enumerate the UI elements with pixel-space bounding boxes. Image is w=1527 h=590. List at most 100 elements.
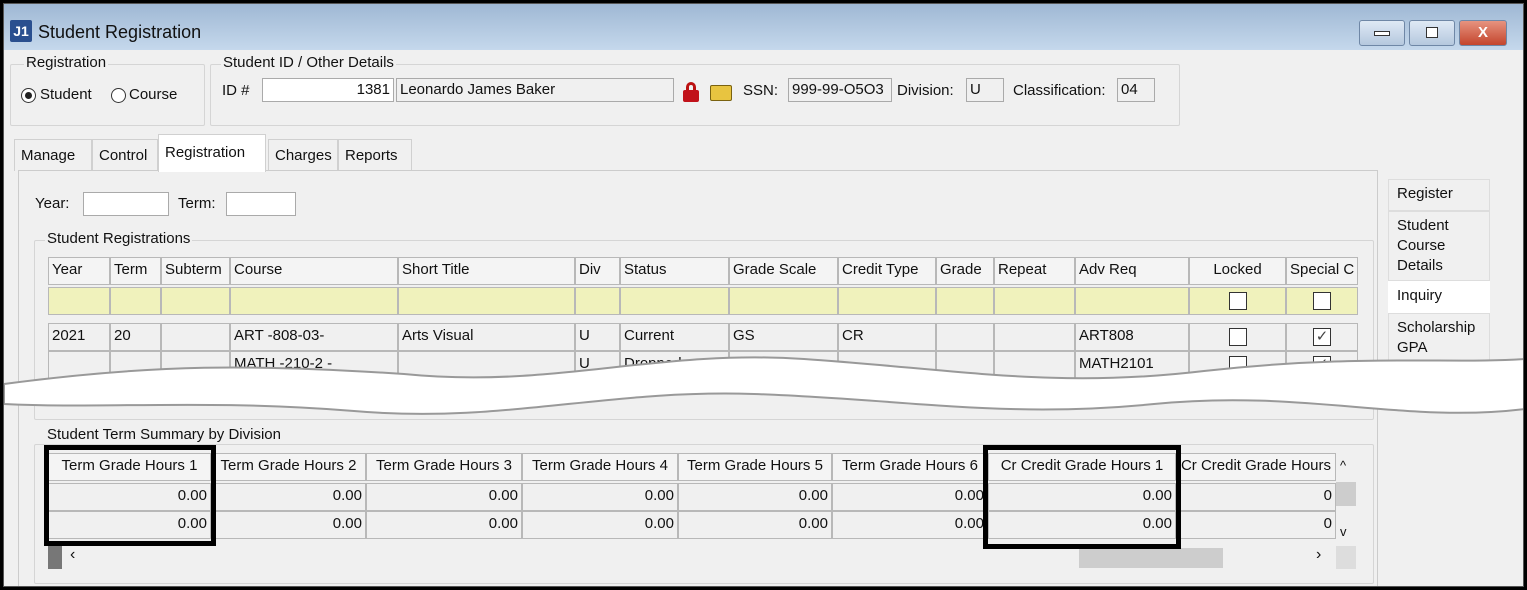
table-cell[interactable]: ART808 xyxy=(1075,323,1189,351)
scroll-right-icon[interactable]: › xyxy=(1316,546,1321,564)
app-logo: J1 xyxy=(10,20,32,42)
side-tab-inquiry[interactable]: Inquiry xyxy=(1388,281,1490,313)
filter-cell[interactable] xyxy=(838,287,936,315)
column-header[interactable]: Short Title xyxy=(398,257,575,285)
tab-charges[interactable]: Charges xyxy=(268,139,338,171)
filter-cell[interactable] xyxy=(48,287,110,315)
vscroll-thumb[interactable] xyxy=(1336,482,1356,506)
title-bar: J1 Student Registration X xyxy=(4,4,1523,50)
table-cell[interactable]: CR xyxy=(838,323,936,351)
tab-registration[interactable]: Registration xyxy=(158,134,266,172)
side-tab-register[interactable]: Register xyxy=(1388,179,1490,211)
id-input[interactable]: 1381 xyxy=(262,78,394,102)
filter-cell[interactable] xyxy=(230,287,398,315)
student-radio[interactable] xyxy=(21,88,36,103)
table-cell[interactable] xyxy=(161,323,230,351)
term-label: Term: xyxy=(178,195,216,212)
year-label: Year: xyxy=(35,195,70,212)
column-header[interactable]: Grade Scale xyxy=(729,257,838,285)
column-header[interactable]: Locked xyxy=(1189,257,1286,285)
scroll-down-icon[interactable]: v xyxy=(1340,524,1347,539)
table-cell: 0.00 xyxy=(678,511,832,539)
torn-paper-break xyxy=(4,356,1523,415)
scroll-up-icon[interactable]: ^ xyxy=(1340,458,1346,473)
table-cell: 0.00 xyxy=(678,483,832,511)
scroll-left-icon[interactable]: ‹ xyxy=(70,546,75,564)
highlight-frame-term-grade-hours-1 xyxy=(44,445,216,546)
table-cell: 0.00 xyxy=(211,511,366,539)
table-cell: 0.00 xyxy=(211,483,366,511)
column-header[interactable]: Status xyxy=(620,257,729,285)
summary-vertical-scrollbar[interactable]: ^ v xyxy=(1336,456,1356,569)
close-button[interactable]: X xyxy=(1459,20,1507,46)
filter-cell[interactable] xyxy=(1075,287,1189,315)
highlight-frame-cr-credit-grade-hours-1 xyxy=(983,445,1181,549)
special-filter-checkbox[interactable] xyxy=(1313,292,1331,310)
term-input[interactable] xyxy=(226,192,296,216)
table-cell: 0 xyxy=(1176,511,1336,539)
column-header[interactable]: Credit Type xyxy=(838,257,936,285)
id-label: ID # xyxy=(222,82,250,99)
column-header[interactable]: Term xyxy=(110,257,161,285)
division-field: U xyxy=(966,78,1004,102)
column-header[interactable]: Term Grade Hours 5 xyxy=(678,453,832,481)
column-header[interactable]: Repeat xyxy=(994,257,1075,285)
side-tab-student-course-details[interactable]: Student Course Details xyxy=(1388,211,1490,281)
locked-checkbox[interactable] xyxy=(1228,328,1247,346)
minimize-button[interactable] xyxy=(1359,20,1405,46)
table-cell: 0.00 xyxy=(366,483,522,511)
table-cell[interactable]: Arts Visual xyxy=(398,323,575,351)
lock-icon[interactable] xyxy=(683,82,699,102)
table-cell[interactable]: 20 xyxy=(110,323,161,351)
maximize-button[interactable] xyxy=(1409,20,1455,46)
table-cell[interactable]: GS xyxy=(729,323,838,351)
column-header[interactable]: Grade xyxy=(936,257,994,285)
table-cell[interactable]: U xyxy=(575,323,620,351)
tab-reports[interactable]: Reports xyxy=(338,139,412,171)
classification-label: Classification: xyxy=(1013,82,1106,99)
table-cell: 0.00 xyxy=(522,511,678,539)
filter-cell[interactable] xyxy=(936,287,994,315)
division-label: Division: xyxy=(897,82,954,99)
filter-cell[interactable] xyxy=(994,287,1075,315)
filter-cell[interactable] xyxy=(161,287,230,315)
filter-cell[interactable] xyxy=(729,287,838,315)
column-header[interactable]: Term Grade Hours 3 xyxy=(366,453,522,481)
column-header[interactable]: Special C xyxy=(1286,257,1358,285)
column-header[interactable]: Adv Req xyxy=(1075,257,1189,285)
folder-icon[interactable] xyxy=(710,85,732,101)
column-header[interactable]: Subterm xyxy=(161,257,230,285)
column-header[interactable]: Term Grade Hours 4 xyxy=(522,453,678,481)
locked-filter-checkbox[interactable] xyxy=(1228,292,1247,310)
filter-cell[interactable] xyxy=(575,287,620,315)
table-cell[interactable]: ART -808-03- xyxy=(230,323,398,351)
scrollbar-thumb[interactable] xyxy=(1079,548,1223,568)
column-header[interactable]: Term Grade Hours 6 xyxy=(832,453,988,481)
table-cell: 0 xyxy=(1176,483,1336,511)
column-header[interactable]: Course xyxy=(230,257,398,285)
column-header[interactable]: Term Grade Hours 2 xyxy=(211,453,366,481)
ssn-label: SSN: xyxy=(743,82,779,99)
table-cell[interactable] xyxy=(936,323,994,351)
tab-manage[interactable]: Manage xyxy=(14,139,92,171)
column-header[interactable]: Div xyxy=(575,257,620,285)
student-details-label: Student ID / Other Details xyxy=(221,54,396,71)
filter-cell[interactable] xyxy=(398,287,575,315)
course-radio-label: Course xyxy=(129,86,178,103)
table-cell: 0.00 xyxy=(832,483,988,511)
table-cell[interactable]: 2021 xyxy=(48,323,110,351)
table-cell: 0.00 xyxy=(366,511,522,539)
table-cell[interactable]: Current xyxy=(620,323,729,351)
course-radio[interactable] xyxy=(111,88,126,103)
ssn-field: 999-99-O5O3 xyxy=(788,78,892,102)
filter-cell[interactable] xyxy=(620,287,729,315)
special-checkbox[interactable]: ✓ xyxy=(1313,328,1331,346)
classification-field: 04 xyxy=(1117,78,1155,102)
year-input[interactable] xyxy=(83,192,169,216)
filter-cell[interactable] xyxy=(110,287,161,315)
window-title: Student Registration xyxy=(38,22,202,42)
table-cell[interactable] xyxy=(994,323,1075,351)
column-header[interactable]: Cr Credit Grade Hours xyxy=(1176,453,1336,481)
tab-control[interactable]: Control xyxy=(92,139,158,171)
column-header[interactable]: Year xyxy=(48,257,110,285)
